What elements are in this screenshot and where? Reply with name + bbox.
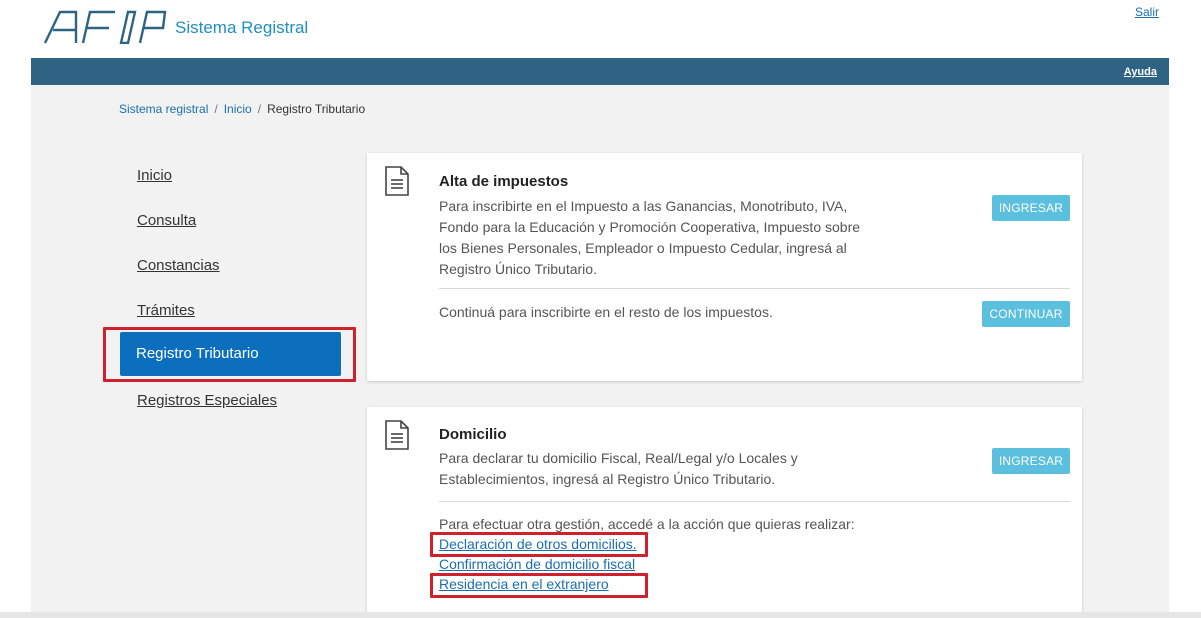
document-icon [385, 420, 409, 450]
link-confirmacion-domicilio-fiscal[interactable]: Confirmación de domicilio fiscal [439, 556, 635, 572]
highlight-box [430, 573, 648, 598]
sidebar-item-registros-especiales[interactable]: Registros Especiales [101, 380, 341, 422]
divider [439, 288, 1070, 289]
card-secondary-text: Continuá para inscribirte en el resto de… [439, 304, 773, 320]
sidebar-item-consulta[interactable]: Consulta [101, 200, 341, 242]
breadcrumb-item-current: Registro Tributario [267, 102, 366, 116]
bottom-edge [0, 612, 1201, 618]
app-title: Sistema Registral [175, 18, 309, 37]
breadcrumb-separator: / [257, 102, 262, 116]
help-link[interactable]: Ayuda [1124, 66, 1157, 78]
ingresar-button[interactable]: INGRESAR [992, 195, 1070, 221]
highlight-box [103, 327, 356, 382]
card-description: Para declarar tu domicilio Fiscal, Real/… [439, 450, 798, 487]
card-title: Domicilio [439, 426, 507, 443]
card-domicilio: Domicilio Para declarar tu domicilio Fis… [367, 407, 1082, 617]
top-nav-bar: Ayuda [31, 58, 1169, 85]
header: Sistema Registral Salir [0, 0, 1201, 58]
card-title: Alta de impuestos [439, 173, 569, 190]
continuar-button[interactable]: CONTINUAR [982, 301, 1070, 327]
sidebar-item-inicio[interactable]: Inicio [101, 155, 341, 197]
highlight-box [430, 532, 648, 557]
card-alta-de-impuestos: Alta de impuestos Para inscribirte en el… [367, 153, 1082, 381]
breadcrumb-item-sistema-registral[interactable]: Sistema registral [119, 102, 208, 116]
breadcrumb: Sistema registral / Inicio / Registro Tribut… [119, 102, 365, 116]
sidebar-item-constancias[interactable]: Constancias [101, 245, 341, 287]
sidebar-item-tramites[interactable]: Trámites [101, 290, 341, 332]
breadcrumb-item-inicio[interactable]: Inicio [224, 102, 252, 116]
divider [439, 501, 1070, 502]
breadcrumb-separator: / [214, 102, 218, 116]
document-icon [385, 166, 409, 196]
afip-logo [43, 10, 167, 44]
ingresar-button[interactable]: INGRESAR [992, 448, 1070, 474]
logout-link[interactable]: Salir [1135, 5, 1159, 19]
main-content: Sistema registral / Inicio / Registro Tribut… [31, 85, 1169, 617]
card-description: Para inscribirte en el Impuesto a las Ga… [439, 198, 861, 277]
